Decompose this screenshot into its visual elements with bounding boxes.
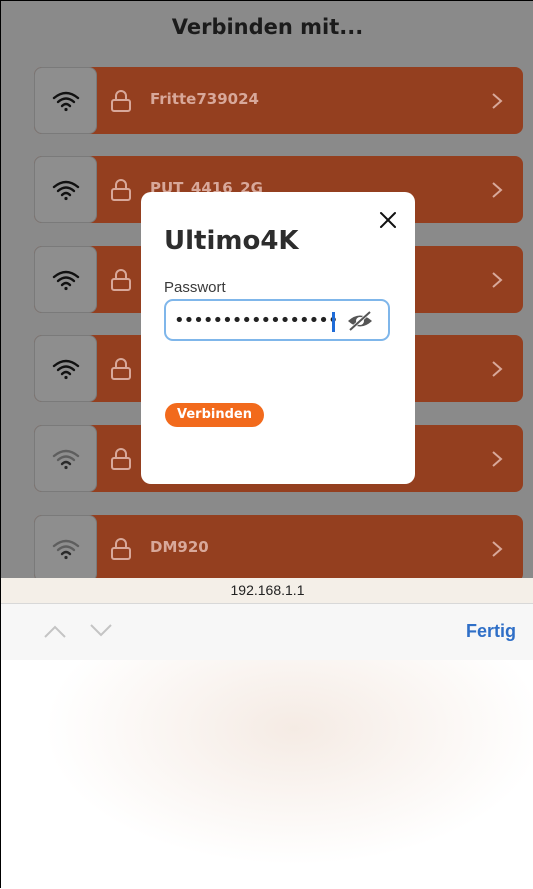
done-button[interactable]: Fertig bbox=[466, 621, 516, 642]
wifi-icon bbox=[52, 270, 79, 290]
close-icon[interactable] bbox=[377, 209, 399, 231]
password-value: ••••••••••••••••• bbox=[174, 310, 338, 331]
network-name: Fritte739024 bbox=[150, 90, 259, 108]
dialog-title: Ultimo4K bbox=[164, 226, 299, 256]
signal-box bbox=[34, 156, 97, 223]
connect-button[interactable]: Verbinden bbox=[165, 403, 264, 427]
wifi-weak-icon bbox=[52, 449, 79, 469]
wifi-weak-icon bbox=[52, 539, 79, 559]
signal-box bbox=[34, 335, 97, 402]
chevron-right-icon bbox=[492, 272, 503, 288]
lock-icon bbox=[111, 90, 131, 112]
network-name: DM920 bbox=[150, 538, 209, 556]
keyboard-area bbox=[1, 660, 533, 889]
password-dialog: Ultimo4K Passwort ••••••••••••••••• Verb… bbox=[141, 192, 415, 484]
password-label: Passwort bbox=[164, 279, 226, 296]
lock-icon bbox=[111, 269, 131, 291]
wifi-icon bbox=[52, 91, 79, 111]
eye-off-icon[interactable] bbox=[346, 310, 374, 332]
page-title: Verbinden mit... bbox=[171, 15, 364, 39]
chevron-right-icon bbox=[492, 451, 503, 467]
url-bar[interactable]: 192.168.1.1 bbox=[1, 578, 533, 604]
lock-icon bbox=[111, 538, 131, 560]
network-row[interactable]: DM920 bbox=[34, 515, 523, 578]
signal-box bbox=[34, 515, 97, 578]
wifi-icon bbox=[52, 359, 79, 379]
signal-box bbox=[34, 425, 97, 492]
chevron-down-icon[interactable] bbox=[89, 623, 113, 639]
wifi-icon bbox=[52, 180, 79, 200]
signal-box bbox=[34, 246, 97, 313]
network-row[interactable]: Fritte739024 bbox=[34, 67, 523, 134]
chevron-up-icon[interactable] bbox=[43, 623, 67, 639]
password-field[interactable]: ••••••••••••••••• bbox=[164, 299, 390, 341]
app-screen: Verbinden mit... Fritte739024 PUT_4416_2… bbox=[1, 1, 533, 578]
url-text: 192.168.1.1 bbox=[230, 582, 305, 598]
chevron-right-icon bbox=[492, 361, 503, 377]
lock-icon bbox=[111, 179, 131, 201]
lock-icon bbox=[111, 448, 131, 470]
lock-icon bbox=[111, 358, 131, 380]
keyboard-toolbar: Fertig bbox=[1, 604, 533, 660]
chevron-right-icon bbox=[492, 93, 503, 109]
chevron-right-icon bbox=[492, 541, 503, 557]
text-cursor bbox=[332, 312, 335, 332]
signal-box bbox=[34, 67, 97, 134]
chevron-right-icon bbox=[492, 182, 503, 198]
